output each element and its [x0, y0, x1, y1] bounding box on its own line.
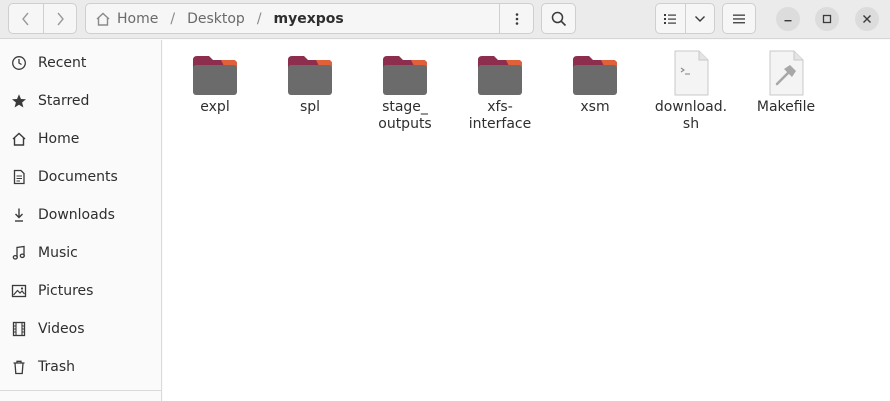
minimize-button[interactable]: [776, 7, 800, 31]
close-icon: [863, 15, 871, 23]
folder-icon: [571, 50, 619, 96]
script-file-icon: [667, 50, 715, 96]
forward-button[interactable]: [42, 4, 77, 33]
sidebar-item-label: Recent: [38, 55, 87, 71]
file-manager-window: Home / Desktop / myexpos Recent Starred …: [0, 0, 890, 401]
music-icon: [0, 234, 38, 272]
chevron-right-icon: [57, 12, 64, 25]
sidebar: Recent Starred Home Documents Downloads: [0, 40, 162, 401]
file-item-xfs-interface[interactable]: xfs- interface: [456, 50, 544, 133]
file-name: download. sh: [654, 99, 728, 132]
file-item-makefile[interactable]: Makefile: [742, 50, 830, 116]
breadcrumb-label: Home: [117, 10, 159, 27]
breadcrumb-desktop[interactable]: Desktop: [187, 4, 245, 33]
star-icon: [0, 82, 38, 120]
file-name: spl: [299, 99, 321, 115]
sidebar-item-starred[interactable]: Starred: [0, 82, 161, 120]
sidebar-divider: [0, 390, 161, 391]
sidebar-item-trash[interactable]: Trash: [0, 348, 161, 386]
list-view-icon: [664, 13, 677, 24]
list-view-button[interactable]: [656, 4, 685, 33]
hamburger-icon: [733, 14, 745, 23]
view-dropdown-button[interactable]: [684, 4, 714, 33]
sidebar-item-videos[interactable]: Videos: [0, 310, 161, 348]
home-icon: [96, 12, 110, 26]
sidebar-item-downloads[interactable]: Downloads: [0, 196, 161, 234]
sidebar-item-label: Pictures: [38, 283, 94, 299]
film-icon: [0, 310, 38, 348]
sidebar-item-home[interactable]: Home: [0, 120, 161, 158]
home-icon: [0, 120, 38, 158]
sidebar-item-label: Trash: [38, 359, 75, 375]
breadcrumb-current[interactable]: myexpos: [274, 4, 344, 33]
sidebar-item-pictures[interactable]: Pictures: [0, 272, 161, 310]
file-item-expl[interactable]: expl: [171, 50, 259, 116]
file-name: stage_ outputs: [378, 99, 432, 132]
clock-icon: [0, 44, 38, 82]
folder-icon: [191, 50, 239, 96]
file-item-spl[interactable]: spl: [266, 50, 354, 116]
file-item-stage-outputs[interactable]: stage_ outputs: [361, 50, 449, 133]
file-grid: expl spl stage_ outputs xfs- interface x…: [163, 40, 890, 401]
file-name: Makefile: [756, 99, 816, 115]
file-name: xfs- interface: [468, 99, 532, 132]
breadcrumb-label: myexpos: [273, 10, 344, 27]
sidebar-item-label: Videos: [38, 321, 85, 337]
close-button[interactable]: [855, 7, 879, 31]
vertical-dots-icon: [515, 12, 518, 25]
file-name: xsm: [580, 99, 610, 115]
picture-icon: [0, 272, 38, 310]
sidebar-item-label: Music: [38, 245, 78, 261]
file-item-xsm[interactable]: xsm: [551, 50, 639, 116]
path-menu-button[interactable]: [499, 4, 533, 33]
sidebar-item-label: Documents: [38, 169, 118, 185]
sidebar-item-label: Downloads: [38, 207, 115, 223]
sidebar-item-label: Starred: [38, 93, 90, 109]
sidebar-item-label: Home: [38, 131, 80, 147]
view-options: [655, 3, 715, 34]
search-icon: [551, 11, 566, 26]
back-button[interactable]: [9, 4, 43, 33]
search-button[interactable]: [541, 3, 576, 34]
folder-icon: [381, 50, 429, 96]
path-bar: Home / Desktop / myexpos: [85, 3, 534, 34]
file-item-download-sh[interactable]: download. sh: [647, 50, 735, 133]
navigation-buttons: [8, 3, 77, 34]
sidebar-item-recent[interactable]: Recent: [0, 44, 161, 82]
breadcrumb-home[interactable]: Home: [86, 4, 158, 33]
chevron-left-icon: [21, 12, 29, 25]
main-menu-button[interactable]: [722, 3, 756, 34]
sidebar-item-music[interactable]: Music: [0, 234, 161, 272]
chevron-down-icon: [694, 15, 705, 22]
download-icon: [0, 196, 38, 234]
maximize-icon: [822, 14, 832, 24]
folder-icon: [476, 50, 524, 96]
maximize-button[interactable]: [815, 7, 839, 31]
breadcrumb-label: Desktop: [187, 10, 245, 27]
header-bar: Home / Desktop / myexpos: [0, 0, 890, 39]
breadcrumb-separator: /: [170, 10, 176, 27]
trash-icon: [0, 348, 38, 386]
makefile-icon: [762, 50, 810, 96]
breadcrumb-separator: /: [256, 10, 262, 27]
file-name: expl: [200, 99, 230, 115]
document-icon: [0, 158, 38, 196]
folder-icon: [286, 50, 334, 96]
minimize-icon: [784, 20, 792, 22]
sidebar-item-documents[interactable]: Documents: [0, 158, 161, 196]
